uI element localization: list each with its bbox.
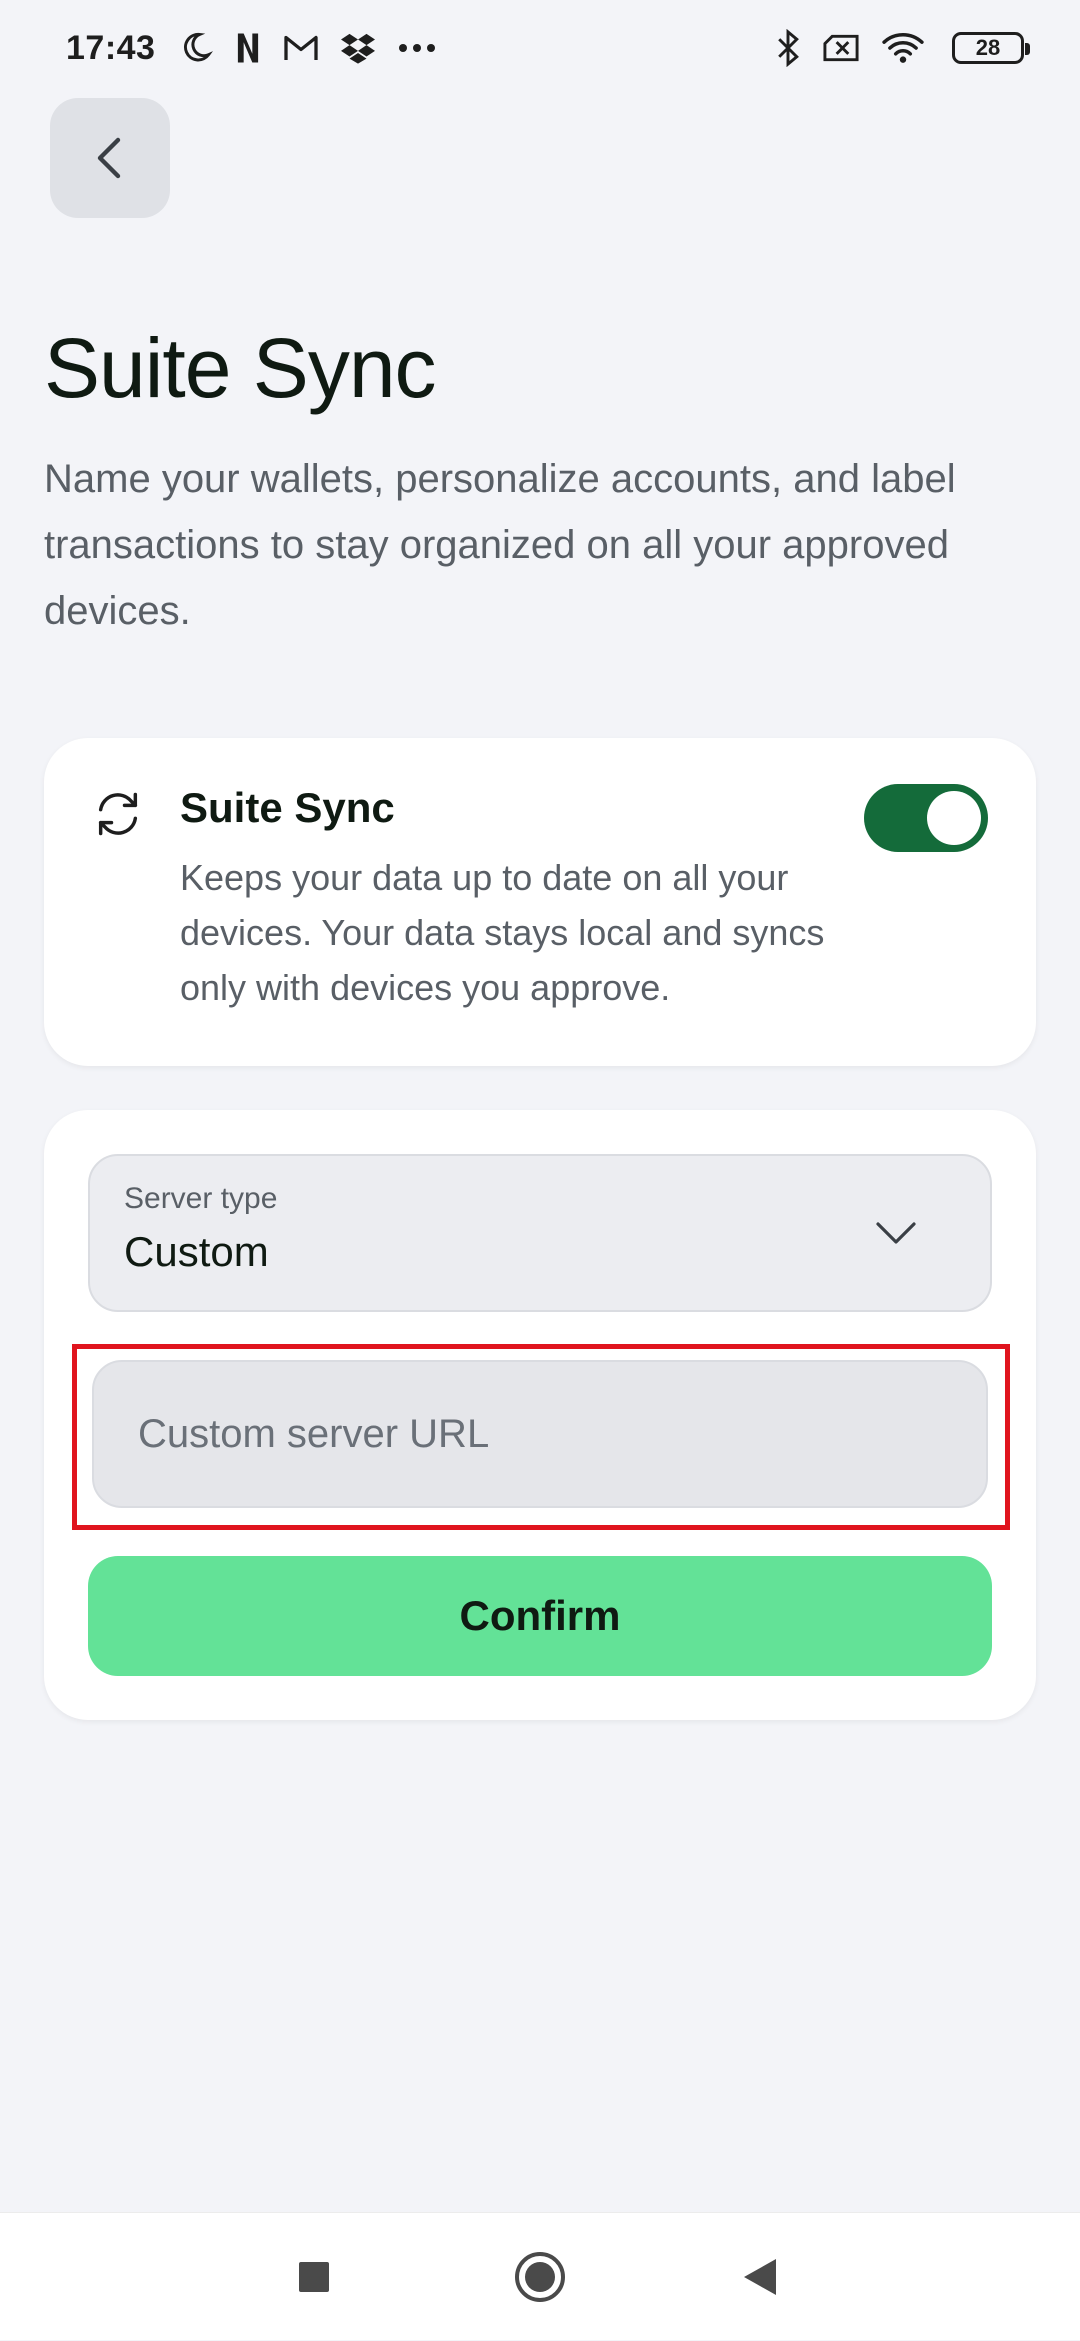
suite-sync-card: Suite Sync Keeps your data up to date on…	[44, 738, 1036, 1066]
moon-icon	[177, 30, 214, 66]
status-time: 17:43	[66, 28, 156, 67]
back-button[interactable]	[50, 98, 170, 218]
toggle-knob	[927, 791, 981, 845]
server-settings-card: Server type Custom Confirm	[44, 1110, 1036, 1720]
suite-sync-title: Suite Sync	[180, 784, 395, 831]
gmail-icon	[283, 33, 319, 63]
system-back-button[interactable]	[700, 2213, 820, 2341]
server-type-label: Server type	[124, 1182, 278, 1215]
navigation-bar	[0, 2212, 1080, 2340]
page-title: Suite Sync	[44, 321, 437, 415]
sim-off-icon	[822, 33, 860, 63]
suite-sync-description: Keeps your data up to date on all your d…	[180, 857, 825, 1008]
dropbox-icon	[341, 32, 376, 64]
sync-arrows-icon	[98, 792, 138, 836]
wifi-icon	[882, 32, 924, 64]
chevron-down-icon	[876, 1222, 916, 1244]
bluetooth-icon	[776, 29, 800, 67]
custom-server-url-input[interactable]	[92, 1360, 988, 1508]
status-bar: 17:43 28	[0, 0, 1080, 96]
server-type-select[interactable]: Server type Custom	[88, 1154, 992, 1312]
confirm-button[interactable]: Confirm	[88, 1556, 992, 1676]
recents-square-icon	[299, 2262, 329, 2292]
suite-sync-toggle[interactable]	[864, 784, 988, 852]
more-dots-icon	[397, 42, 437, 54]
status-right: 28	[776, 29, 1030, 67]
status-left: 17:43	[66, 29, 437, 68]
recents-button[interactable]	[254, 2213, 374, 2341]
chevron-left-icon	[97, 137, 121, 179]
home-button[interactable]	[480, 2213, 600, 2341]
back-triangle-icon	[744, 2259, 776, 2295]
server-type-value: Custom	[124, 1228, 269, 1275]
n-app-icon	[235, 30, 261, 66]
home-circle-icon	[515, 2252, 565, 2302]
page-description: Name your wallets, personalize accounts,…	[44, 457, 956, 633]
battery-indicator: 28	[952, 32, 1030, 64]
